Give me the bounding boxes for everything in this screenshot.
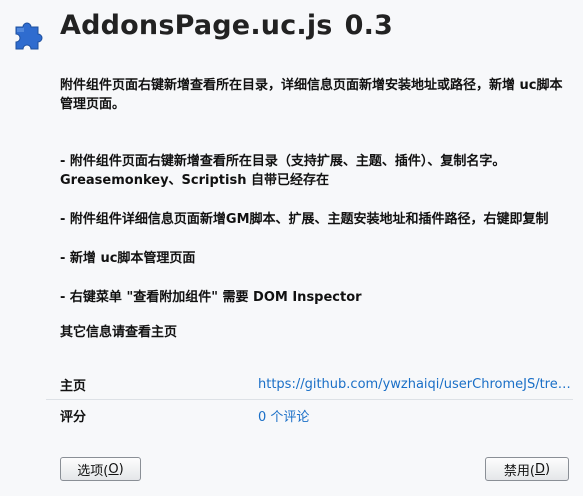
- options-button[interactable]: 选项(O): [60, 457, 141, 481]
- homepage-link[interactable]: https://github.com/ywzhaiqi/userChromeJS…: [258, 377, 573, 392]
- options-accesskey: O: [108, 461, 119, 477]
- addon-version: 0.3: [344, 10, 394, 41]
- homepage-row: 主页 https://github.com/ywzhaiqi/userChrom…: [46, 369, 573, 400]
- homepage-label: 主页: [60, 378, 87, 394]
- description-line: - 右键菜单 "查看附加组件" 需要 DOM Inspector: [60, 290, 362, 305]
- disable-button-label: 禁用(: [503, 463, 535, 479]
- addon-header: AddonsPage.uc.js 0.3: [0, 0, 583, 62]
- addon-name: AddonsPage.uc.js: [60, 10, 333, 41]
- description-line: - 附件组件详细信息页面新增GM脚本、扩展、主题安装地址和插件路径，右键即复制: [60, 212, 549, 227]
- description-line: - 附件组件页面右键新增查看所在目录（支持扩展、主题、插件）、复制名字。 Gre…: [60, 154, 506, 188]
- options-button-label: 选项(: [77, 463, 109, 479]
- description-line: - 新增 uc脚本管理页面: [60, 251, 196, 266]
- disable-button-tail: ): [545, 461, 551, 477]
- description-line: 其它信息请查看主页: [60, 325, 178, 340]
- disable-accesskey: D: [534, 461, 545, 477]
- addon-description: 附件组件页面右键新增查看所在目录，详细信息页面新增安装地址或路径，新增 uc脚本…: [60, 76, 565, 342]
- rating-link[interactable]: 0 个评论: [258, 406, 309, 425]
- rating-label: 评分: [60, 409, 87, 425]
- addon-title: AddonsPage.uc.js 0.3: [60, 10, 393, 41]
- description-line: 附件组件页面右键新增查看所在目录，详细信息页面新增安装地址或路径，新增 uc脚本…: [60, 78, 563, 112]
- disable-button[interactable]: 禁用(D): [485, 457, 569, 481]
- puzzle-piece-icon: [15, 22, 43, 50]
- rating-row: 评分 0 个评论: [46, 400, 573, 430]
- options-button-tail: ): [118, 461, 124, 477]
